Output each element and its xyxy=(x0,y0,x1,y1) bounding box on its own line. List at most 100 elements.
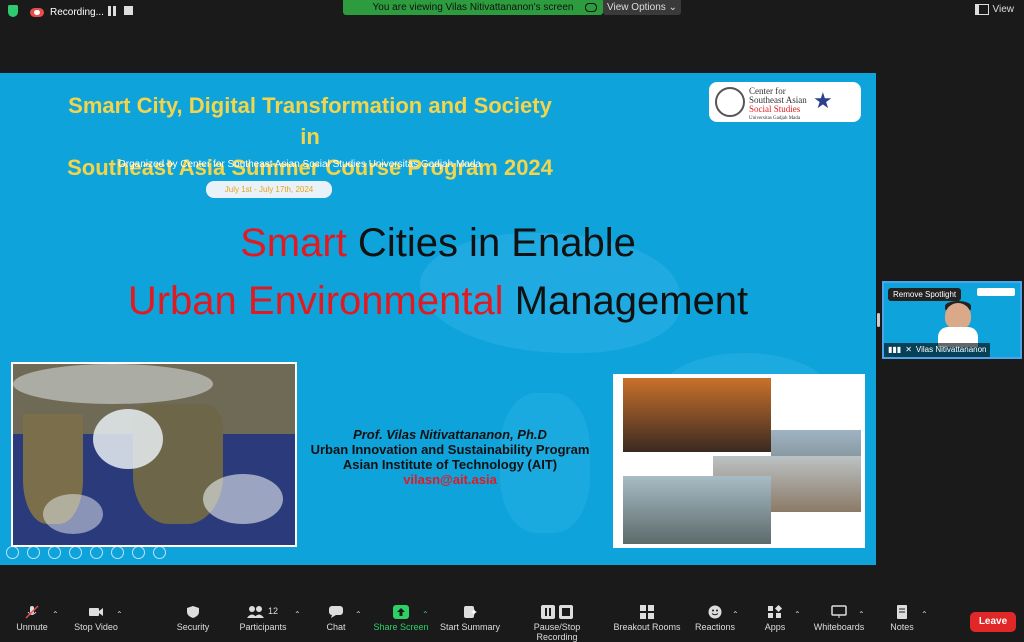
video-options-caret[interactable]: ⌃ xyxy=(116,610,123,619)
view-options-label: View Options xyxy=(607,2,666,13)
presenter-info: Prof. Vilas Nitivattananon, Ph.D Urban I… xyxy=(290,427,610,487)
share-screen-icon xyxy=(393,605,409,619)
notes-options-caret[interactable]: ⌃ xyxy=(921,610,928,619)
meeting-top-bar: Recording... You are viewing Vilas Nitiv… xyxy=(0,0,1024,24)
unmute-label: Unmute xyxy=(16,622,48,632)
heading2-red-text: Urban Environmental xyxy=(127,279,504,323)
security-shield-icon xyxy=(185,605,201,619)
university-seal-icon xyxy=(715,87,745,117)
pointer-icon[interactable] xyxy=(111,546,124,559)
panel-resize-handle[interactable] xyxy=(877,313,880,327)
participants-button[interactable]: 12 Participants xyxy=(238,605,288,632)
pause-stop-recording-label: Pause/Stop Recording xyxy=(533,622,581,642)
meeting-toolbar: Unmute ⌃ Stop Video ⌃ Security 12 Partic… xyxy=(0,601,1024,642)
mini-logo xyxy=(977,288,1015,296)
stop-video-label: Stop Video xyxy=(74,622,118,632)
audio-options-caret[interactable]: ⌃ xyxy=(52,610,59,619)
chevron-down-icon: ⌄ xyxy=(668,2,677,13)
apps-icon xyxy=(767,604,783,619)
video-camera-icon xyxy=(88,605,104,619)
chat-options-caret[interactable]: ⌃ xyxy=(355,610,362,619)
whiteboard-icon xyxy=(831,605,847,619)
more-options-icon[interactable] xyxy=(153,546,166,559)
recording-indicator[interactable]: Recording... xyxy=(30,4,104,20)
slides-grid-icon[interactable] xyxy=(69,546,82,559)
whiteboards-options-caret[interactable]: ⌃ xyxy=(858,610,865,619)
presenter-email: vilasn@ait.asia xyxy=(403,472,497,487)
organizer-text: Organized by Center for Southeast Asian … xyxy=(118,159,481,170)
star-logo-icon: ★ xyxy=(813,88,833,113)
whiteboards-label: Whiteboards xyxy=(813,622,865,632)
chat-label: Chat xyxy=(326,622,346,632)
presenter-program: Urban Innovation and Sustainability Prog… xyxy=(310,442,590,457)
course-title-line1: Smart City, Digital Transformation and S… xyxy=(68,93,552,149)
unmute-button[interactable]: Unmute xyxy=(14,605,50,632)
participants-options-caret[interactable]: ⌃ xyxy=(294,610,301,619)
reactions-button[interactable]: Reactions xyxy=(694,605,736,632)
participant-video-tile[interactable]: Remove Spotlight ▮▮▮ ✕ Vilas Nitivattana… xyxy=(882,281,1022,359)
stop-recording-icon[interactable] xyxy=(124,6,133,15)
view-button[interactable]: View xyxy=(974,4,1015,15)
participants-label: Participants xyxy=(239,622,287,632)
share-options-caret[interactable]: ⌃ xyxy=(422,610,429,619)
notes-icon xyxy=(894,605,910,619)
chat-bubble-icon xyxy=(328,605,344,619)
prev-slide-icon[interactable] xyxy=(6,546,19,559)
heading1-black-text: Cities in Enable xyxy=(346,221,636,265)
participant-name: Vilas Nitivattananon xyxy=(915,345,987,354)
pen-tool-icon[interactable] xyxy=(48,546,61,559)
pause-recording-icon[interactable] xyxy=(107,6,117,16)
chat-button[interactable]: Chat xyxy=(324,605,348,632)
apps-options-caret[interactable]: ⌃ xyxy=(794,610,801,619)
participant-face xyxy=(945,303,971,329)
slide-heading-line2: Urban Environmental Management xyxy=(0,279,876,324)
viewing-banner-text: You are viewing Vilas Nitivattananon's s… xyxy=(372,2,574,13)
presenter-name: Prof. Vilas Nitivattananon, Ph.D xyxy=(353,427,547,442)
slide-heading-line1: Smart Cities in Enable xyxy=(0,221,876,266)
muted-microphone-icon xyxy=(24,605,40,619)
dates-pill: July 1st - July 17th, 2024 xyxy=(206,181,332,198)
breakout-rooms-label: Breakout Rooms xyxy=(613,622,681,632)
start-summary-label: Start Summary xyxy=(439,622,500,632)
start-summary-button[interactable]: Start Summary xyxy=(439,605,501,632)
recording-label: Recording... xyxy=(50,6,104,18)
notes-button[interactable]: Notes xyxy=(888,605,916,632)
smiley-icon xyxy=(707,605,723,619)
signal-bars-icon: ▮▮▮ xyxy=(888,345,902,354)
logo-text: Center for Southeast Asian Social Studie… xyxy=(749,87,819,123)
security-shield-icon[interactable] xyxy=(8,5,18,17)
muted-mic-icon: ✕ xyxy=(905,345,912,354)
pause-stop-recording-button[interactable]: Pause/Stop Recording xyxy=(512,605,602,642)
cloud-recording-icon xyxy=(30,7,44,17)
security-button[interactable]: Security xyxy=(175,605,211,632)
presenter-institute: Asian Institute of Technology (AIT) xyxy=(342,457,558,472)
next-slide-icon[interactable] xyxy=(27,546,40,559)
shared-screen-slide: Smart City, Digital Transformation and S… xyxy=(0,73,876,565)
heading2-black-text: Management xyxy=(503,279,749,323)
share-screen-label: Share Screen xyxy=(373,622,429,632)
view-options-button[interactable]: View Options ⌄ xyxy=(603,0,681,15)
slide-controls xyxy=(6,546,166,559)
breakout-rooms-icon xyxy=(639,605,655,619)
subtitles-icon[interactable] xyxy=(132,546,145,559)
leave-button[interactable]: Leave xyxy=(970,612,1016,632)
viewing-screen-banner: You are viewing Vilas Nitivattananon's s… xyxy=(343,0,603,15)
participant-name-bar: ▮▮▮ ✕ Vilas Nitivattananon xyxy=(884,343,991,357)
remove-spotlight-button[interactable]: Remove Spotlight xyxy=(888,288,962,301)
security-label: Security xyxy=(176,622,210,632)
center-logo: Center for Southeast Asian Social Studie… xyxy=(709,82,861,122)
logo-text-line4: Universitas Gadjah Mada xyxy=(749,116,801,121)
reactions-options-caret[interactable]: ⌃ xyxy=(732,610,739,619)
zoom-icon[interactable] xyxy=(90,546,103,559)
reactions-label: Reactions xyxy=(694,622,736,632)
stop-video-button[interactable]: Stop Video xyxy=(72,605,120,632)
participant-count: 12 xyxy=(268,606,279,616)
view-label: View xyxy=(992,4,1015,15)
breakout-rooms-button[interactable]: Breakout Rooms xyxy=(613,605,681,632)
apps-button[interactable]: Apps xyxy=(762,604,788,632)
apps-label: Apps xyxy=(764,622,786,632)
pause-stop-icons xyxy=(541,605,573,619)
heading1-red-text: Smart xyxy=(240,221,347,265)
participants-icon: 12 xyxy=(246,605,280,619)
view-layout-icon xyxy=(974,4,989,15)
